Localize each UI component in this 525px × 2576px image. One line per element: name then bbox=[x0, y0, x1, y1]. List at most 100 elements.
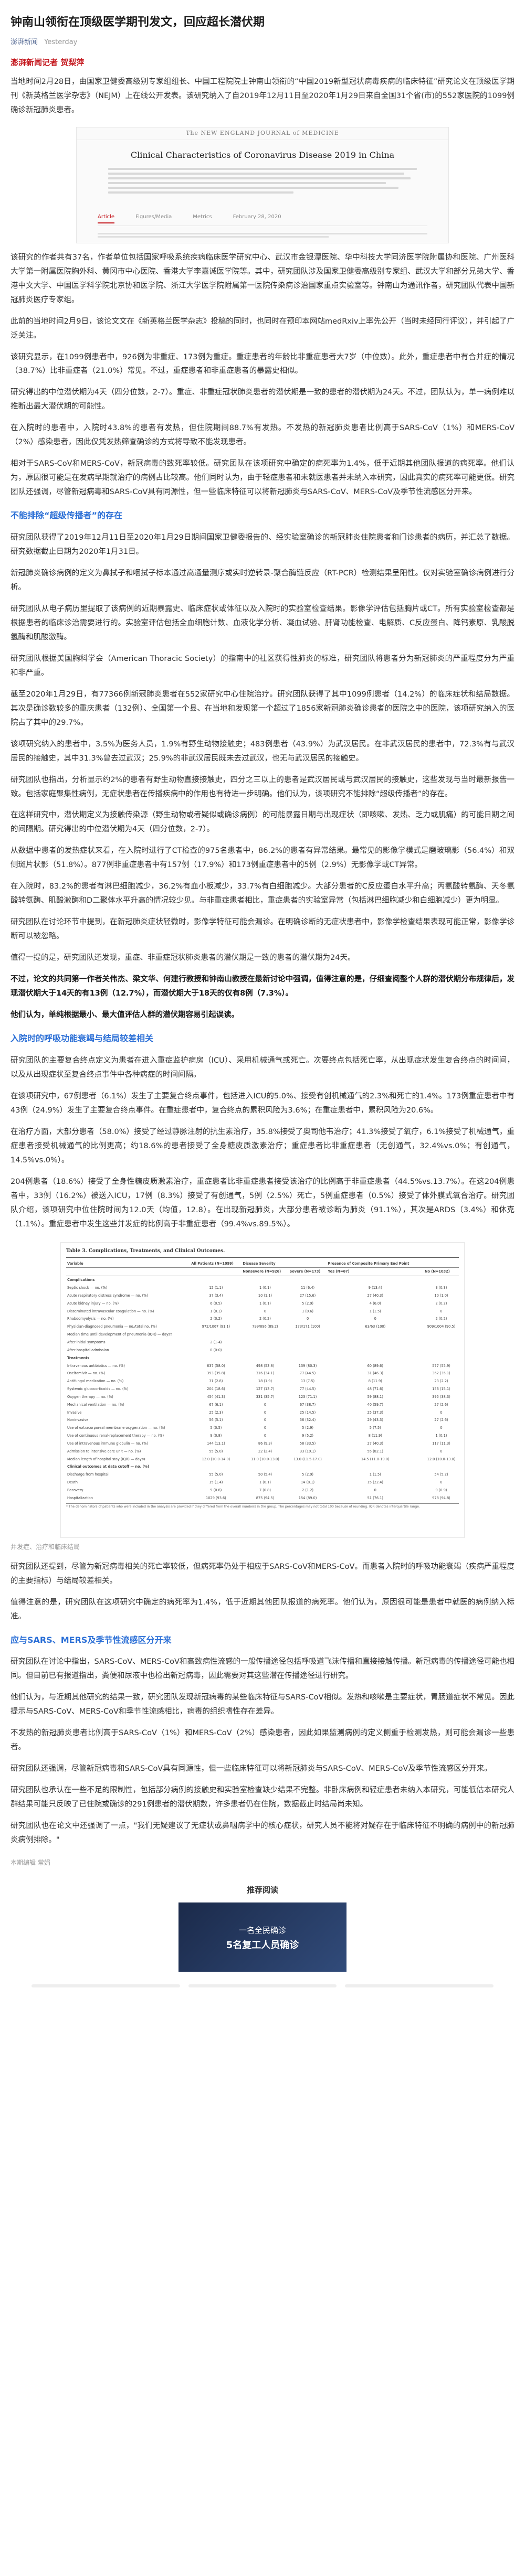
paragraph-intro: 当地时间2月28日，由国家卫健委高级别专家组组长、中国工程院院士钟南山领衔的“中… bbox=[10, 77, 514, 114]
table-cell bbox=[190, 1463, 242, 1471]
paper-abstract-lines bbox=[98, 231, 427, 238]
recommend-banner[interactable]: 一名全民确诊 5名复工人员确诊 bbox=[178, 1902, 346, 1972]
table-cell: 55 (5.0) bbox=[209, 1472, 223, 1477]
paragraph: 在这样研究中，潜伏期定义为接触传染源（野生动物或者疑似或确诊病例）的可能暴露日期… bbox=[10, 811, 514, 834]
table-cell: Physician-diagnosed pneumonia — no./tota… bbox=[67, 1324, 157, 1329]
table-cell: 0 bbox=[264, 1418, 267, 1423]
paragraph: 研究团队根据美国胸科学会（American Thoracic Society）的… bbox=[10, 654, 514, 677]
table-row: Admission to intensive care unit — no. (… bbox=[66, 1448, 459, 1456]
table-cell: 29 (43.3) bbox=[367, 1418, 383, 1423]
table-header: All Patients (N=1099) bbox=[190, 1259, 242, 1268]
table-cell: 9 (0.8) bbox=[210, 1434, 222, 1438]
table-cell: 1 (0.1) bbox=[210, 1309, 222, 1313]
article-title: 钟南山领衔在顶级医学期刊发文，回应超长潜伏期 bbox=[10, 16, 265, 29]
account-link[interactable]: 澎湃新闻 bbox=[10, 38, 38, 46]
section-heading: 不能排除“超级传播者”的存在 bbox=[10, 510, 123, 521]
table-cell: 77 (44.5) bbox=[299, 1371, 316, 1376]
table-cell: 173/171 (100) bbox=[295, 1324, 320, 1329]
table-cell bbox=[242, 1346, 288, 1354]
paragraph: 研究团队的主要复合终点定义为患者在进入重症监护病房（ICU）、采用机械通气或死亡… bbox=[10, 1056, 514, 1079]
table-row: Discharge from hospital 55 (5.0) 50 (5.4) 5… bbox=[66, 1471, 459, 1479]
table-cell: 0 (0-0) bbox=[210, 1348, 222, 1352]
table-cell bbox=[190, 1331, 242, 1339]
table-header bbox=[288, 1259, 327, 1268]
table-cell: 156 (15.1) bbox=[432, 1387, 450, 1392]
table-subheader: No (N=1032) bbox=[423, 1267, 459, 1276]
table-cell: 86 (9.3) bbox=[258, 1441, 272, 1446]
table-header bbox=[423, 1259, 459, 1268]
table-cell: Recovery bbox=[67, 1488, 83, 1493]
table-cell: 0 bbox=[264, 1410, 267, 1415]
paragraph: 研究团队还强调，尽管新冠病毒和SARS-CoV具有同源性，但一些临床特征可以将新… bbox=[10, 1765, 492, 1773]
table-cell: Discharge from hospital bbox=[67, 1472, 109, 1477]
table-cell bbox=[289, 1354, 327, 1362]
image-caption: 并发症、治疗和临床结局 bbox=[10, 1543, 80, 1551]
table-cell: 204 (18.6) bbox=[207, 1387, 225, 1392]
table-cell: Systemic glucocorticoids — no. (%) bbox=[67, 1387, 129, 1392]
table-cell: 799/896 (89.2) bbox=[252, 1324, 278, 1329]
table-cell: Complications bbox=[67, 1278, 95, 1282]
table-cell: 978 (94.8) bbox=[432, 1495, 450, 1500]
table-cell: 1 (1.5) bbox=[369, 1309, 381, 1313]
table-cell: 5 (2.9) bbox=[302, 1426, 314, 1430]
article-body: 当地时间2月28日，由国家卫健委高级别专家组组长、中国工程院院士钟南山领衔的“中… bbox=[10, 75, 514, 1869]
table-cell: 0 bbox=[374, 1317, 376, 1321]
table-cell bbox=[242, 1354, 288, 1362]
table-cell: 11 (6.4) bbox=[300, 1286, 315, 1290]
paragraph: 在入院时，83.2%的患者有淋巴细胞减少，36.2%有血小板减少，33.7%有白… bbox=[10, 882, 514, 905]
table-cell: 1 (0.1) bbox=[259, 1286, 271, 1290]
table-row: Acute kidney injury — no. (%) 6 (0.5) 1 (0… bbox=[66, 1299, 459, 1307]
table-cell: Disseminated intravascular coagulation —… bbox=[67, 1309, 154, 1313]
table-cell: Mechanical ventilation — no. (%) bbox=[67, 1402, 124, 1407]
clinical-table: Variable All Patients (N=1099) Disease S… bbox=[66, 1259, 459, 1502]
table-cell: 393 (35.8) bbox=[207, 1371, 225, 1376]
table-cell bbox=[190, 1354, 242, 1362]
table-cell: 27 (40.3) bbox=[367, 1441, 383, 1446]
table-cell bbox=[327, 1276, 424, 1284]
table-cell: 1 (0.1) bbox=[259, 1301, 271, 1306]
table-caption: Table 3. Complications, Treatments, and … bbox=[66, 1247, 459, 1258]
paragraph: 值得注意的是，研究团队在这项研究中确定的病死率为1.4%，低于近期其他团队报道的… bbox=[10, 1598, 514, 1621]
paper-title: Clinical Characteristics of Coronavirus … bbox=[130, 149, 395, 160]
paper-screenshot-image: The NEW ENGLAND JOURNAL of MEDICINE Clin… bbox=[76, 126, 449, 243]
table-cell bbox=[242, 1463, 288, 1471]
paper-tab: Figures/Media bbox=[135, 214, 172, 220]
paragraph: 该研究显示，在1099例患者中，926例为非重症、173例为重症。重症患者的年龄… bbox=[10, 352, 514, 376]
table-cell: 0 bbox=[264, 1426, 267, 1430]
table-cell: 37 (3.4) bbox=[209, 1293, 223, 1298]
table-cell: Oxygen therapy — no. (%) bbox=[67, 1394, 113, 1399]
table-cell bbox=[327, 1346, 424, 1354]
table-header: Presence of Composite Primary End Point bbox=[327, 1259, 424, 1268]
table-cell bbox=[289, 1463, 327, 1471]
table-cell: 5 (0.5) bbox=[210, 1426, 222, 1430]
table-cell: 58 (33.5) bbox=[299, 1441, 316, 1446]
table-cell: 14.5 (11.0-19.0) bbox=[361, 1457, 390, 1461]
table-header: Disease Severity bbox=[242, 1259, 289, 1268]
table-row: Oxygen therapy — no. (%) 454 (41.3) 331 (3… bbox=[66, 1393, 459, 1401]
journal-header: The NEW ENGLAND JOURNAL of MEDICINE bbox=[77, 127, 448, 140]
table-cell: 4 (6.0) bbox=[369, 1301, 381, 1306]
paragraph: 值得一提的是，研究团队还发现，重症、非重症冠状肺炎患者的潜伏期是一致的患者的潜伏… bbox=[10, 954, 355, 963]
table-cell: 14 (8.1) bbox=[300, 1480, 315, 1485]
table-cell: Median length of hospital stay (IQR) — d… bbox=[67, 1457, 145, 1461]
table-cell: 0 bbox=[440, 1449, 443, 1453]
table-row: Use of extracorporeal membrane oxygenati… bbox=[66, 1424, 459, 1432]
journal-logo: The NEW ENGLAND JOURNAL of MEDICINE bbox=[186, 129, 339, 136]
table-row: Mechanical ventilation — no. (%) 67 (6.1)… bbox=[66, 1401, 459, 1408]
table-footnote: * The denominators of patients who were … bbox=[66, 1503, 459, 1509]
table-cell: 12.0 (10.0-14.0) bbox=[202, 1457, 230, 1461]
table-subheader: Nonsevere (N=926) bbox=[242, 1267, 289, 1276]
table-row: Acute respiratory distress syndrome — no… bbox=[66, 1292, 459, 1300]
table-cell: 10 (1.1) bbox=[258, 1293, 272, 1298]
recommend-title: 推荐阅读 bbox=[246, 1885, 278, 1895]
paragraph: 该研究的作者共有37名，作者单位包括国家呼吸系统疾病临床医学研究中心、武汉市金银… bbox=[10, 253, 514, 304]
table-cell: 0 bbox=[440, 1480, 443, 1485]
table-row: Clinical outcomes at data cutoff — no. (… bbox=[66, 1463, 459, 1471]
table-subheader-row: Nonsevere (N=926) Severe (N=173) Yes (N=… bbox=[66, 1267, 459, 1276]
table-cell: 27 (2.6) bbox=[434, 1418, 448, 1423]
paragraph: 从数据中患者的发热症状来看，在入院时进行了CT检查的975名患者中，86.2%的… bbox=[10, 847, 514, 870]
table-cell: 55 (82.1) bbox=[367, 1449, 383, 1453]
table-cell: 10 (1.0) bbox=[434, 1293, 448, 1298]
table-cell: 13.0 (11.5-17.0) bbox=[293, 1457, 322, 1461]
table-cell: 3 (0.3) bbox=[435, 1286, 447, 1290]
